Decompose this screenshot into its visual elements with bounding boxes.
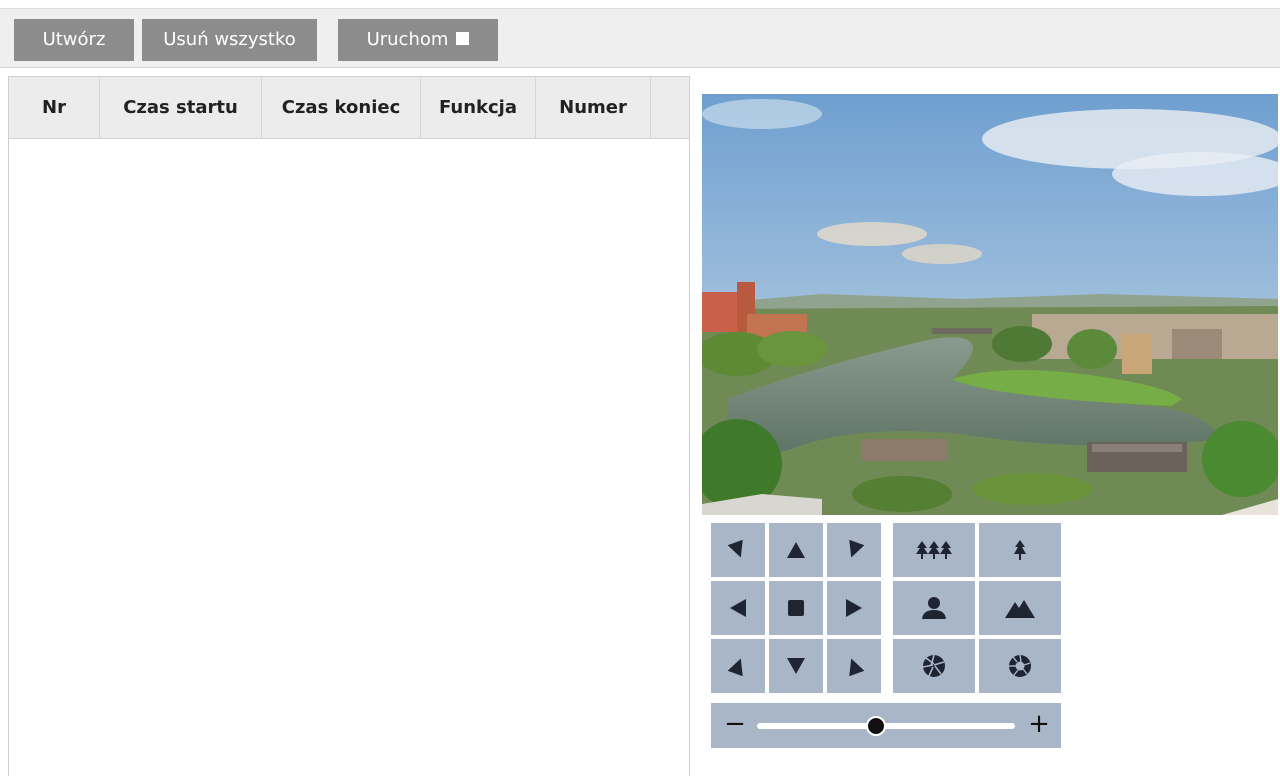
delete-all-button[interactable]: Usuń wszystko: [142, 19, 317, 61]
focus-far-button[interactable]: [893, 523, 975, 577]
zoom-in-button[interactable]: +: [1027, 709, 1051, 741]
arrow-up-right-icon: [849, 540, 864, 558]
focus-near-button[interactable]: [979, 523, 1061, 577]
delete-all-button-label: Usuń wszystko: [163, 29, 296, 50]
stop-square-icon: [456, 31, 470, 45]
zoom-portrait-button[interactable]: [893, 581, 975, 635]
arrow-down-icon: [787, 658, 805, 674]
zoom-landscape-button[interactable]: [979, 581, 1061, 635]
tree-icon: [1014, 540, 1026, 560]
run-button-label: Uruchom: [366, 29, 449, 50]
run-button[interactable]: Uruchom: [338, 19, 498, 61]
aperture-open-icon: [922, 654, 945, 677]
person-icon: [922, 597, 946, 619]
toolbar: Utwórz Usuń wszystko Uruchom: [0, 8, 1280, 68]
stop-button[interactable]: [769, 581, 823, 635]
pan-right-button[interactable]: [827, 581, 881, 635]
forest-icon: [916, 541, 952, 559]
arrow-left-icon: [730, 599, 746, 617]
arrow-right-icon: [846, 599, 862, 617]
zoom-slider[interactable]: − +: [711, 703, 1061, 748]
zoom-out-button[interactable]: −: [723, 709, 747, 741]
zoom-slider-thumb[interactable]: [865, 716, 886, 736]
arrow-down-left-icon: [728, 658, 743, 676]
arrow-down-right-icon: [849, 658, 864, 676]
pan-down-left-button[interactable]: [711, 639, 765, 693]
table-header: Nr Czas startu Czas koniec Funkcja Numer: [9, 77, 689, 139]
stop-icon: [788, 600, 804, 616]
pan-up-left-button[interactable]: [711, 523, 765, 577]
camera-image: [702, 94, 1278, 515]
tilt-up-button[interactable]: [769, 523, 823, 577]
camera-preview: [702, 94, 1278, 515]
table-body: [9, 139, 689, 775]
arrow-up-icon: [787, 542, 805, 558]
column-header-end-time[interactable]: Czas koniec: [262, 77, 421, 138]
column-header-number[interactable]: Numer: [536, 77, 651, 138]
pan-down-right-button[interactable]: [827, 639, 881, 693]
iris-open-button[interactable]: [893, 639, 975, 693]
schedule-table: Nr Czas startu Czas koniec Funkcja Numer: [8, 76, 690, 776]
zoom-slider-track[interactable]: [757, 723, 1015, 729]
iris-close-button[interactable]: [979, 639, 1061, 693]
pan-up-right-button[interactable]: [827, 523, 881, 577]
create-button[interactable]: Utwórz: [14, 19, 134, 61]
column-header-start-time[interactable]: Czas startu: [100, 77, 262, 138]
arrow-up-left-icon: [728, 540, 743, 558]
pan-left-button[interactable]: [711, 581, 765, 635]
aperture-close-icon: [1009, 654, 1031, 677]
column-header-nr[interactable]: Nr: [9, 77, 100, 138]
column-header-function[interactable]: Funkcja: [421, 77, 536, 138]
mountain-icon: [1005, 600, 1035, 618]
tilt-down-button[interactable]: [769, 639, 823, 693]
create-button-label: Utwórz: [42, 29, 106, 50]
